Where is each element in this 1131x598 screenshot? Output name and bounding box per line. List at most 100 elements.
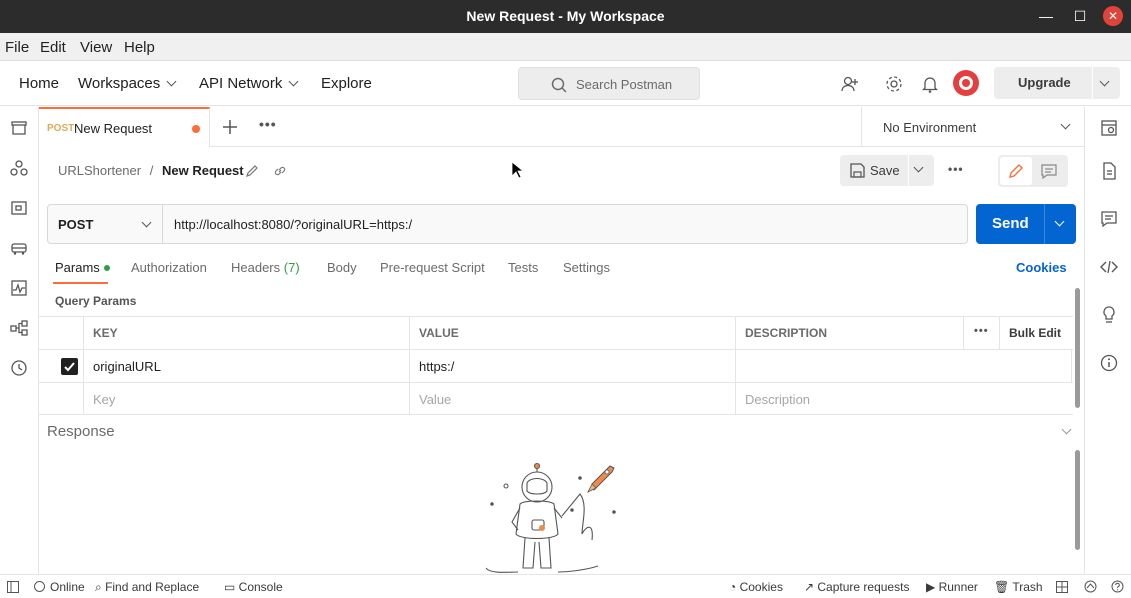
bulk-edit-button[interactable]: Bulk Edit — [999, 317, 1073, 349]
breadcrumb-separator: / — [149, 163, 154, 178]
bootcamp-icon[interactable] — [1084, 580, 1097, 593]
breadcrumb-collection[interactable]: URLShortener — [58, 163, 141, 178]
query-params-table: KEY VALUE DESCRIPTION ••• Bulk Edit orig… — [39, 316, 1073, 415]
upgrade-button[interactable]: Upgrade — [994, 67, 1120, 99]
flows-icon[interactable] — [10, 319, 28, 337]
apis-icon[interactable] — [10, 159, 28, 177]
maximize-icon[interactable]: ☐ — [1069, 6, 1091, 26]
info-icon[interactable] — [1100, 354, 1118, 372]
astronaut-illustration — [485, 462, 616, 573]
method-select[interactable]: POST — [47, 204, 163, 244]
menu-help[interactable]: Help — [124, 39, 155, 56]
save-dropdown-button[interactable] — [909, 155, 934, 186]
new-value-input[interactable]: Value — [409, 383, 735, 415]
comments-icon[interactable] — [1100, 210, 1118, 228]
mock-servers-icon[interactable] — [10, 239, 28, 257]
scrollbar-thumb-bottom[interactable] — [1075, 450, 1080, 550]
runner-button[interactable]: ▶ Runner — [926, 580, 978, 594]
table-header-row: KEY VALUE DESCRIPTION ••• Bulk Edit — [39, 316, 1073, 349]
code-icon[interactable] — [1100, 258, 1118, 276]
save-button[interactable]: Save — [840, 155, 908, 186]
menu-edit[interactable]: Edit — [40, 39, 66, 56]
search-icon — [551, 77, 567, 93]
new-key-input[interactable]: Key — [83, 383, 409, 415]
param-key-cell[interactable]: originalURL — [83, 350, 409, 382]
search-input[interactable]: Search Postman — [518, 67, 700, 100]
tab-pre-request-script[interactable]: Pre-request Script — [380, 260, 485, 275]
tab-name: New Request — [74, 121, 153, 136]
capture-label: Capture requests — [817, 580, 910, 594]
trash-icon: 🗑 — [994, 580, 1013, 594]
nav-explore[interactable]: Explore — [321, 75, 372, 92]
chevron-down-icon[interactable] — [1061, 424, 1072, 435]
check-circle-icon — [34, 581, 45, 592]
menu-file[interactable]: File — [5, 39, 29, 56]
chevron-down-icon — [141, 217, 152, 228]
menu-view[interactable]: View — [80, 39, 112, 56]
pencil-icon[interactable] — [245, 164, 259, 178]
param-description-cell[interactable] — [735, 350, 1072, 382]
nav-workspaces[interactable]: Workspaces — [78, 75, 177, 92]
lightbulb-icon[interactable] — [1100, 306, 1118, 324]
more-actions-icon[interactable]: ••• — [948, 162, 964, 176]
environment-quick-look-icon[interactable] — [1100, 119, 1118, 137]
breadcrumb-request[interactable]: New Request — [162, 163, 244, 178]
response-header[interactable]: Response — [39, 414, 1073, 446]
monitors-icon[interactable] — [10, 279, 28, 297]
find-replace-button[interactable]: ⌕ Find and Replace — [95, 580, 199, 595]
tab-method: POST — [47, 123, 75, 134]
environment-label: No Environment — [883, 120, 977, 135]
send-button[interactable]: Send — [976, 204, 1076, 244]
column-options-button[interactable]: ••• — [963, 317, 999, 349]
tab-tests[interactable]: Tests — [508, 260, 538, 275]
link-icon[interactable] — [273, 164, 287, 178]
environment-selector[interactable]: No Environment — [861, 107, 1084, 147]
edit-mode-button[interactable] — [1000, 157, 1032, 185]
cookies-button[interactable]: ◔ Cookies — [729, 580, 783, 594]
new-description-input[interactable]: Description — [735, 383, 1072, 415]
help-icon[interactable] — [1111, 580, 1124, 593]
tab-new-request[interactable]: POST New Request — [39, 107, 210, 147]
console-button[interactable]: ▭ Console — [224, 580, 283, 594]
column-key-label: KEY — [93, 326, 118, 340]
chevron-down-icon[interactable] — [1054, 216, 1065, 227]
more-options-icon: ••• — [974, 325, 989, 337]
cursor-icon — [511, 161, 523, 179]
tab-body[interactable]: Body — [327, 260, 357, 275]
chevron-down-icon[interactable] — [1099, 76, 1110, 87]
gear-icon[interactable] — [885, 75, 903, 93]
console-label: Console — [238, 580, 283, 594]
collections-icon[interactable] — [10, 119, 28, 137]
cookies-link[interactable]: Cookies — [1016, 260, 1067, 275]
save-icon — [850, 163, 865, 178]
close-icon[interactable]: ✕ — [1103, 6, 1123, 26]
tab-headers[interactable]: Headers (7) — [231, 260, 300, 275]
minimize-icon[interactable]: — — [1035, 6, 1057, 26]
toggle-sidebar-icon[interactable] — [7, 581, 19, 593]
column-header-value: VALUE — [409, 317, 735, 349]
param-enabled-checkbox[interactable] — [61, 358, 78, 375]
tab-settings[interactable]: Settings — [563, 260, 610, 275]
tab-authorization[interactable]: Authorization — [131, 260, 207, 275]
checkmark-icon — [64, 362, 75, 372]
invite-user-icon[interactable] — [841, 75, 859, 93]
scrollbar-thumb-top[interactable] — [1075, 288, 1080, 408]
trash-button[interactable]: 🗑 Trash — [994, 580, 1043, 594]
bell-icon[interactable] — [922, 75, 938, 93]
avatar[interactable] — [953, 70, 979, 96]
history-icon[interactable] — [10, 359, 28, 377]
more-tabs-icon[interactable]: ••• — [259, 116, 277, 132]
new-tab-plus-icon[interactable] — [222, 119, 238, 135]
url-input[interactable]: http://localhost:8080/?originalURL=https… — [162, 204, 968, 244]
param-value-cell[interactable]: https:/ — [409, 350, 735, 382]
chevron-down-icon — [288, 76, 299, 87]
online-status[interactable]: Online — [34, 580, 85, 594]
environments-icon[interactable] — [10, 199, 28, 217]
tab-params[interactable]: Params — [55, 260, 110, 275]
nav-api-network[interactable]: API Network — [199, 75, 299, 92]
documentation-icon[interactable] — [1100, 162, 1118, 180]
two-pane-icon[interactable] — [1056, 581, 1068, 593]
comment-mode-icon[interactable] — [1041, 163, 1057, 179]
capture-requests-button[interactable]: ↗ Capture requests — [804, 580, 909, 594]
nav-home[interactable]: Home — [19, 75, 59, 92]
